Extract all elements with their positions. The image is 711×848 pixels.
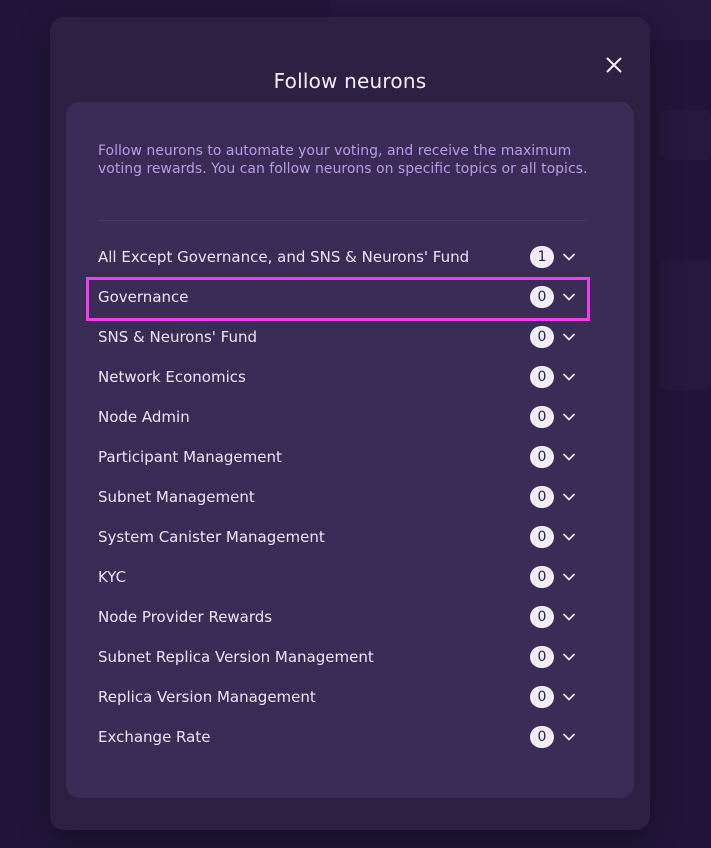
topic-row[interactable]: Node Provider Rewards 0 — [66, 597, 634, 637]
chevron-down-icon[interactable] — [562, 371, 576, 383]
topics-card: Follow neurons to automate your voting, … — [66, 102, 634, 798]
topic-row[interactable]: Node Admin 0 — [66, 397, 634, 437]
topic-row[interactable]: Replica Version Management 0 — [66, 677, 634, 717]
followee-count-badge: 0 — [530, 366, 554, 388]
chevron-down-icon[interactable] — [562, 291, 576, 303]
chevron-down-icon[interactable] — [562, 611, 576, 623]
dialog-title: Follow neurons — [273, 69, 427, 93]
followee-count-badge: 0 — [530, 406, 554, 428]
topic-label: All Except Governance, and SNS & Neurons… — [98, 248, 470, 266]
followee-count-badge: 0 — [530, 526, 554, 548]
topic-row[interactable]: Subnet Management 0 — [66, 477, 634, 517]
followee-count-badge: 0 — [530, 326, 554, 348]
followee-count-badge: 0 — [530, 686, 554, 708]
chevron-down-icon[interactable] — [562, 331, 576, 343]
followee-count-badge: 0 — [530, 446, 554, 468]
chevron-down-icon[interactable] — [562, 491, 576, 503]
chevron-down-icon[interactable] — [562, 411, 576, 423]
followee-count-badge: 1 — [530, 246, 554, 268]
topic-label: Governance — [98, 288, 189, 306]
topic-label: Subnet Management — [98, 488, 255, 506]
topic-row[interactable]: Governance 0 — [66, 277, 634, 317]
background-panel — [660, 260, 711, 390]
followee-count-badge: 0 — [530, 486, 554, 508]
followee-count-badge: 0 — [530, 646, 554, 668]
divider — [98, 220, 586, 221]
chevron-down-icon[interactable] — [562, 691, 576, 703]
chevron-down-icon[interactable] — [562, 571, 576, 583]
chevron-down-icon[interactable] — [562, 451, 576, 463]
topic-label: Replica Version Management — [98, 688, 316, 706]
chevron-down-icon[interactable] — [562, 531, 576, 543]
topic-label: Subnet Replica Version Management — [98, 648, 374, 666]
topic-label: System Canister Management — [98, 528, 325, 546]
followee-count-badge: 0 — [530, 286, 554, 308]
chevron-down-icon[interactable] — [562, 651, 576, 663]
followee-count-badge: 0 — [530, 606, 554, 628]
topic-label: Exchange Rate — [98, 728, 211, 746]
topic-row[interactable]: All Except Governance, and SNS & Neurons… — [66, 237, 634, 277]
topic-label: Node Admin — [98, 408, 190, 426]
topic-label: Network Economics — [98, 368, 246, 386]
followee-count-badge: 0 — [530, 566, 554, 588]
topic-row[interactable]: SNS & Neurons' Fund 0 — [66, 317, 634, 357]
topic-row[interactable]: System Canister Management 0 — [66, 517, 634, 557]
topic-label: Node Provider Rewards — [98, 608, 273, 626]
intro-text: Follow neurons to automate your voting, … — [98, 143, 588, 177]
chevron-down-icon[interactable] — [562, 731, 576, 743]
topic-label: KYC — [98, 568, 127, 586]
close-icon — [606, 57, 622, 73]
chevron-down-icon[interactable] — [562, 251, 576, 263]
topic-row[interactable]: Subnet Replica Version Management 0 — [66, 637, 634, 677]
topic-row[interactable]: KYC 0 — [66, 557, 634, 597]
topic-row[interactable]: Exchange Rate 0 — [66, 717, 634, 757]
follow-neurons-dialog: Follow neurons Follow neurons to automat… — [50, 17, 650, 830]
close-button[interactable] — [602, 53, 626, 77]
topic-label: Participant Management — [98, 448, 282, 466]
topic-row[interactable]: Network Economics 0 — [66, 357, 634, 397]
background-panel — [660, 110, 711, 160]
topic-label: SNS & Neurons' Fund — [98, 328, 258, 346]
followee-count-badge: 0 — [530, 726, 554, 748]
topic-row[interactable]: Participant Management 0 — [66, 437, 634, 477]
